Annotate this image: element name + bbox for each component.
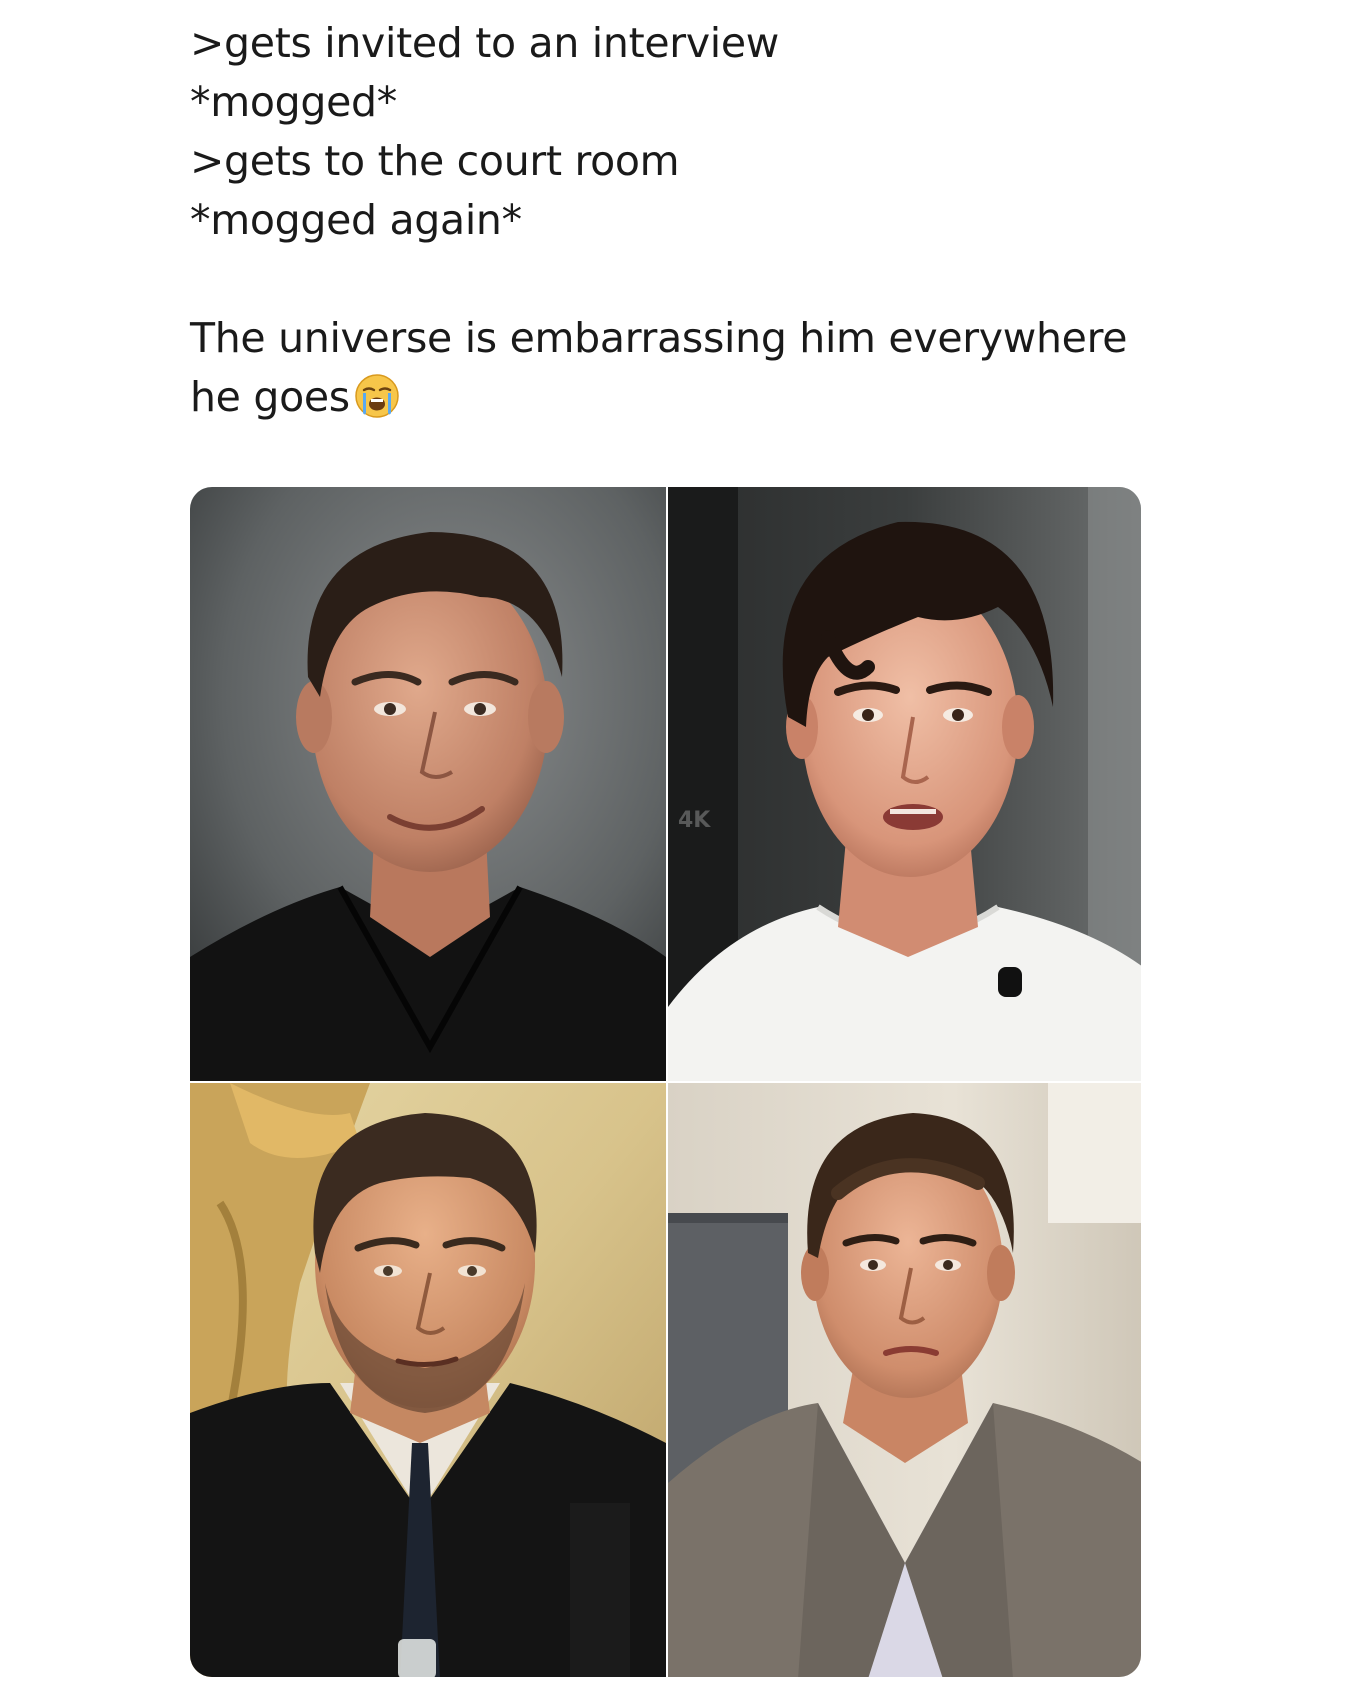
post-line: >gets to the court room: [190, 137, 680, 185]
post-line: *mogged*: [190, 78, 397, 126]
photo-grid: 4K: [190, 487, 1141, 1677]
post-caption: The universe is embarrassing him everywh…: [190, 314, 1127, 421]
photo-courtroom-judge: [190, 1083, 666, 1677]
post-text: >gets invited to an interview *mogged* >…: [190, 14, 1190, 435]
watermark-text: 4K: [678, 808, 711, 833]
photo-courtroom-young-man: [668, 1083, 1141, 1677]
post-caption-text: The universe is embarrassing him everywh…: [190, 314, 1128, 421]
photo-interview-older-man: [190, 487, 666, 1081]
loudly-crying-face-icon: [354, 373, 400, 435]
post-line: >gets invited to an interview: [190, 19, 780, 67]
photo-interview-young-man: 4K: [668, 487, 1141, 1081]
post-line: *mogged again*: [190, 196, 522, 244]
